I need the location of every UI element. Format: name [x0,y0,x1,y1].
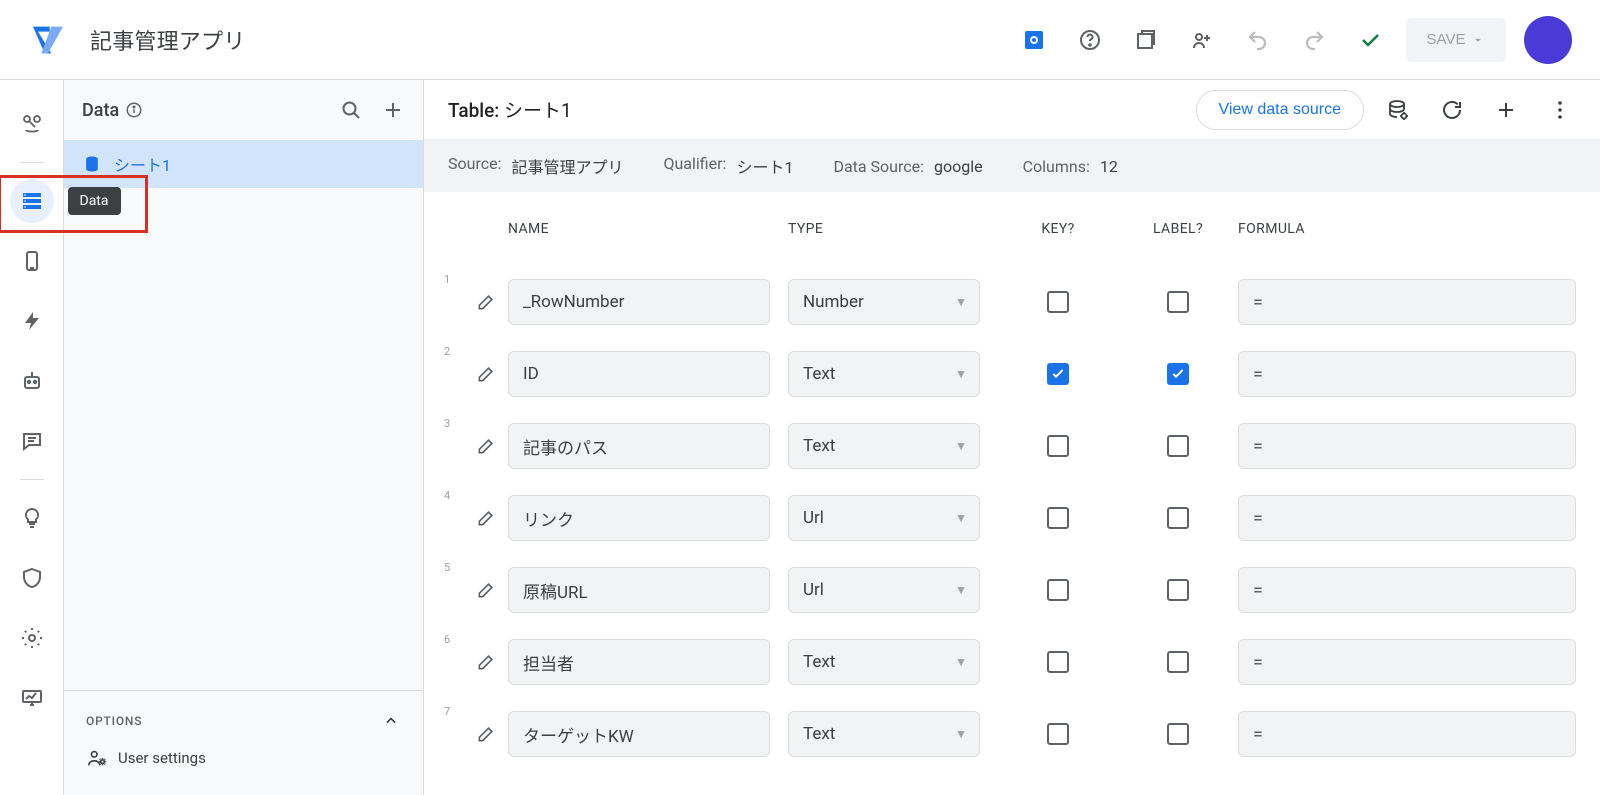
key-checkbox[interactable] [998,579,1118,601]
rail-settings-icon[interactable] [10,616,54,660]
rail-data-icon[interactable]: Data [10,179,54,223]
column-row: 2 ID Text▼ = [428,338,1576,410]
app-title: 記事管理アプリ [90,24,245,56]
save-button[interactable]: SAVE [1406,18,1506,62]
info-icon[interactable] [125,101,143,119]
preview-button[interactable] [1010,16,1058,64]
backup-icon[interactable] [1122,16,1170,64]
formula-input[interactable]: = [1238,351,1576,397]
left-rail: Data [0,80,64,795]
column-row: 6 担当者 Text▼ = [428,626,1576,698]
data-table-name: シート1 [114,152,171,176]
top-bar: 記事管理アプリ SAVE [0,0,1600,80]
rail-home-icon[interactable] [10,102,54,146]
edit-column-button[interactable]: 1 [448,279,508,325]
column-type-select[interactable]: Text▼ [788,711,980,757]
options-header[interactable]: OPTIONS [86,711,401,731]
rail-security-icon[interactable] [10,556,54,600]
user-settings-icon [86,747,108,769]
column-name-input[interactable]: ID [508,351,770,397]
label-checkbox[interactable] [1118,363,1238,385]
edit-column-button[interactable]: 7 [448,711,508,757]
formula-input[interactable]: = [1238,423,1576,469]
data-table-item[interactable]: シート1 [64,140,423,188]
column-row: 1 _RowNumber Number▼ = [428,266,1576,338]
columns-header: NAME TYPE KEY? LABEL? FORMULA [428,192,1576,266]
main-panel: Table: シート1 View data source S [424,80,1600,795]
data-panel-title: Data [82,100,119,121]
regenerate-icon[interactable] [1378,90,1418,130]
formula-input[interactable]: = [1238,567,1576,613]
column-type-select[interactable]: Number▼ [788,279,980,325]
rail-manage-icon[interactable] [10,676,54,720]
edit-column-button[interactable]: 5 [448,567,508,613]
edit-column-button[interactable]: 3 [448,423,508,469]
column-row: 5 原稿URL Url▼ = [428,554,1576,626]
column-name-input[interactable]: _RowNumber [508,279,770,325]
help-icon[interactable] [1066,16,1114,64]
options-section: OPTIONS User settings [64,690,423,795]
search-icon[interactable] [339,98,363,122]
column-row: 4 リンク Url▼ = [428,482,1576,554]
label-checkbox[interactable] [1118,723,1238,745]
avatar[interactable] [1524,16,1572,64]
key-checkbox[interactable] [998,651,1118,673]
formula-input[interactable]: = [1238,279,1576,325]
column-row: 3 記事のパス Text▼ = [428,410,1576,482]
redo-icon[interactable] [1290,16,1338,64]
key-checkbox[interactable] [998,291,1118,313]
formula-input[interactable]: = [1238,639,1576,685]
formula-input[interactable]: = [1238,711,1576,757]
key-checkbox[interactable] [998,723,1118,745]
edit-column-button[interactable]: 6 [448,639,508,685]
label-checkbox[interactable] [1118,435,1238,457]
table-info-bar: Source:記事管理アプリ Qualifier:シート1 Data Sourc… [424,140,1600,192]
undo-icon[interactable] [1234,16,1282,64]
add-icon[interactable] [381,98,405,122]
column-type-select[interactable]: Text▼ [788,423,980,469]
label-checkbox[interactable] [1118,507,1238,529]
rail-views-icon[interactable] [10,239,54,283]
user-settings-item[interactable]: User settings [86,747,401,769]
column-name-input[interactable]: リンク [508,495,770,541]
rail-tooltip: Data [68,187,121,215]
label-checkbox[interactable] [1118,579,1238,601]
column-row: 7 ターゲットKW Text▼ = [428,698,1576,770]
column-name-input[interactable]: 担当者 [508,639,770,685]
view-data-source-button[interactable]: View data source [1196,90,1364,130]
app-logo-icon [28,20,68,60]
key-checkbox[interactable] [998,435,1118,457]
column-name-input[interactable]: 原稿URL [508,567,770,613]
rail-automation-icon[interactable] [10,359,54,403]
share-icon[interactable] [1178,16,1226,64]
column-name-input[interactable]: 記事のパス [508,423,770,469]
chevron-up-icon [381,711,401,731]
edit-column-button[interactable]: 2 [448,351,508,397]
rail-chat-icon[interactable] [10,419,54,463]
label-checkbox[interactable] [1118,291,1238,313]
column-type-select[interactable]: Text▼ [788,639,980,685]
column-name-input[interactable]: ターゲットKW [508,711,770,757]
table-title: Table: シート1 [448,96,572,123]
rail-idea-icon[interactable] [10,496,54,540]
edit-column-button[interactable]: 4 [448,495,508,541]
key-checkbox[interactable] [998,363,1118,385]
check-icon[interactable] [1346,16,1394,64]
add-column-icon[interactable] [1486,90,1526,130]
column-type-select[interactable]: Text▼ [788,351,980,397]
formula-input[interactable]: = [1238,495,1576,541]
save-button-label: SAVE [1427,31,1466,48]
more-icon[interactable] [1540,90,1580,130]
rail-actions-icon[interactable] [10,299,54,343]
refresh-icon[interactable] [1432,90,1472,130]
column-type-select[interactable]: Url▼ [788,567,980,613]
database-icon [82,154,102,174]
column-type-select[interactable]: Url▼ [788,495,980,541]
label-checkbox[interactable] [1118,651,1238,673]
key-checkbox[interactable] [998,507,1118,529]
